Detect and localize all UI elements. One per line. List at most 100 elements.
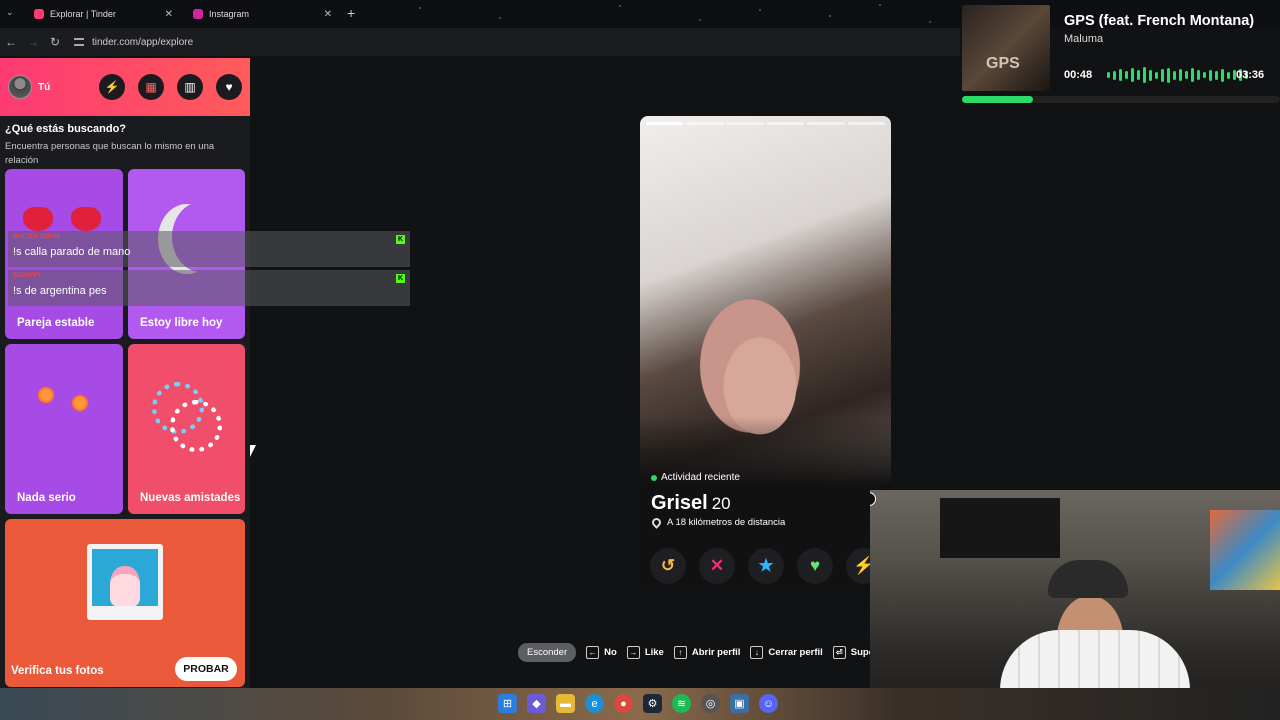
probar-button[interactable]: PROBAR <box>175 657 237 681</box>
shield-icon[interactable]: ♥ <box>216 74 242 100</box>
card-label: Estoy libre hoy <box>140 317 223 329</box>
address-bar: ← → ↻ tinder.com/app/explore <box>0 28 960 56</box>
verified-photo-icon <box>87 544 163 620</box>
profile-name-text: Grisel <box>651 492 708 514</box>
nope-button[interactable]: ✕ <box>699 548 735 584</box>
close-tab-icon[interactable]: ✕ <box>165 9 173 20</box>
screen: ⌄ Explorar | Tinder ✕ Instagram ✕ + ← → … <box>0 0 1280 720</box>
chat-message: WALTER JORGE !s calla parado de mano K <box>8 231 410 267</box>
shortcut-close-profile: ↓ Cerrar perfil <box>750 646 823 659</box>
arrow-down-key-icon: ↓ <box>750 646 764 659</box>
bracelet-icon <box>170 400 222 452</box>
sparkler-icon <box>69 392 91 414</box>
activity-text: Actividad reciente <box>661 472 740 483</box>
start-icon[interactable]: ⊞ <box>498 694 517 713</box>
spotify-icon[interactable]: ≋ <box>672 694 691 713</box>
webcam-feed <box>870 490 1280 720</box>
site-settings-icon[interactable] <box>74 38 84 46</box>
boost-icon[interactable]: ⚡ <box>99 74 125 100</box>
discord-icon[interactable]: ☺ <box>759 694 778 713</box>
song-progress-bar <box>962 96 1280 103</box>
url-text: tinder.com/app/explore <box>92 36 194 48</box>
arrow-right-key-icon: → <box>626 646 640 659</box>
tab-search-icon[interactable]: ⌄ <box>6 7 14 18</box>
shortcut-open-profile: ↑ Abrir perfil <box>673 646 740 659</box>
steam-icon[interactable]: ⚙ <box>643 694 662 713</box>
reload-icon[interactable]: ↻ <box>44 35 66 49</box>
instagram-favicon-icon <box>193 9 203 19</box>
card-verifica-fotos[interactable]: Verifica tus fotos PROBAR <box>5 519 245 687</box>
tab-instagram[interactable]: Instagram ✕ <box>185 4 340 24</box>
location-pin-icon <box>650 516 663 529</box>
chat-user: WALTER JORGE <box>13 234 61 240</box>
copilot-icon[interactable]: ◆ <box>527 694 546 713</box>
keyboard-shortcuts-bar: Esconder ← No → Like ↑ Abrir perfil ↓ Cerrar… <box>518 643 874 662</box>
profile-age: 20 <box>711 494 731 513</box>
audio-waveform <box>1107 65 1248 85</box>
now-playing-widget: GPS GPS (feat. French Montana) Maluma 00… <box>962 5 1280 105</box>
section-subtitle: Encuentra personas que buscan lo mismo e… <box>5 141 215 166</box>
super-like-button[interactable]: ★ <box>748 548 784 584</box>
profile-name[interactable]: Grisel 20 <box>651 492 731 515</box>
new-tab-button[interactable]: + <box>347 5 355 21</box>
close-tab-icon[interactable]: ✕ <box>324 9 332 20</box>
folder-icon[interactable]: ▬ <box>556 694 575 713</box>
card-nuevas-amistades[interactable]: Nuevas amistades <box>128 344 245 514</box>
like-button[interactable]: ♥ <box>797 548 833 584</box>
wall-poster <box>1210 510 1280 590</box>
chrome-icon[interactable]: ● <box>614 694 633 713</box>
tinder-favicon-icon <box>34 9 44 19</box>
photo-indicator <box>646 122 684 125</box>
photo-indicator <box>847 122 885 125</box>
cover-text: GPS <box>986 55 1020 72</box>
kick-icon: K <box>396 235 405 244</box>
current-time: 00:48 <box>1064 69 1093 81</box>
online-dot-icon <box>651 474 657 481</box>
hide-shortcuts-button[interactable]: Esconder <box>518 643 577 662</box>
profile-card[interactable]: Actividad reciente Grisel 20 A 18 kilómet… <box>640 116 891 590</box>
tinder-sidebar: Tú ⚡ ▦ ▥ ♥ ¿Qué estás buscando? Encuentr… <box>0 58 250 688</box>
rewind-button[interactable]: ↺ <box>650 548 686 584</box>
tab-tinder[interactable]: Explorar | Tinder ✕ <box>26 4 181 24</box>
photo-progress-bars <box>646 122 885 125</box>
photo-indicator <box>766 122 805 125</box>
chat-message: ZADOFFY !s de argentina pes K <box>8 270 410 306</box>
total-time: 03:36 <box>1236 69 1265 81</box>
card-label: Nuevas amistades <box>140 492 241 504</box>
distance-row: A 18 kilómetros de distancia <box>650 516 786 529</box>
album-cover: GPS <box>962 5 1050 91</box>
action-buttons: ↺ ✕ ★ ♥ ⚡ <box>650 548 882 584</box>
url-field[interactable]: tinder.com/app/explore <box>74 37 193 48</box>
avatar[interactable] <box>8 75 32 99</box>
card-label: Verifica tus fotos <box>11 665 104 677</box>
mouse-cursor-icon <box>250 445 256 457</box>
next-photo-icon[interactable] <box>870 492 876 506</box>
explore-icon[interactable]: ▦ <box>138 74 164 100</box>
card-nada-serio[interactable]: Nada serio <box>5 344 123 514</box>
distance-text: A 18 kilómetros de distancia <box>667 517 786 528</box>
arrow-left-key-icon: ← <box>586 646 600 659</box>
forward-icon[interactable]: → <box>22 35 44 49</box>
section-title: ¿Qué estás buscando? <box>5 123 127 135</box>
song-progress-fill <box>962 96 1033 103</box>
photo-indicator <box>726 122 764 125</box>
shortcut-no: ← No <box>586 646 617 659</box>
song-title: GPS (feat. French Montana) <box>1064 13 1255 29</box>
streamer-cap <box>1048 560 1128 598</box>
edge-icon[interactable]: e <box>585 694 604 713</box>
song-artist: Maluma <box>1064 33 1104 45</box>
back-icon[interactable]: ← <box>0 35 22 49</box>
obs-icon[interactable]: ◎ <box>701 694 720 713</box>
photo-indicator <box>807 122 845 125</box>
photo-indicator <box>686 122 724 125</box>
sparkler-icon <box>35 384 57 406</box>
sidebar-header: Tú ⚡ ▦ ▥ ♥ <box>0 58 250 116</box>
card-label: Pareja estable <box>17 317 95 329</box>
chat-text: !s de argentina pes <box>13 285 107 297</box>
app-window-icon[interactable]: ▣ <box>730 694 749 713</box>
briefcase-icon[interactable]: ▥ <box>177 74 203 100</box>
profile-label[interactable]: Tú <box>38 82 50 93</box>
tab-title: Explorar | Tinder <box>50 9 116 19</box>
card-label: Nada serio <box>17 492 76 504</box>
arrow-up-key-icon: ↑ <box>673 646 687 659</box>
